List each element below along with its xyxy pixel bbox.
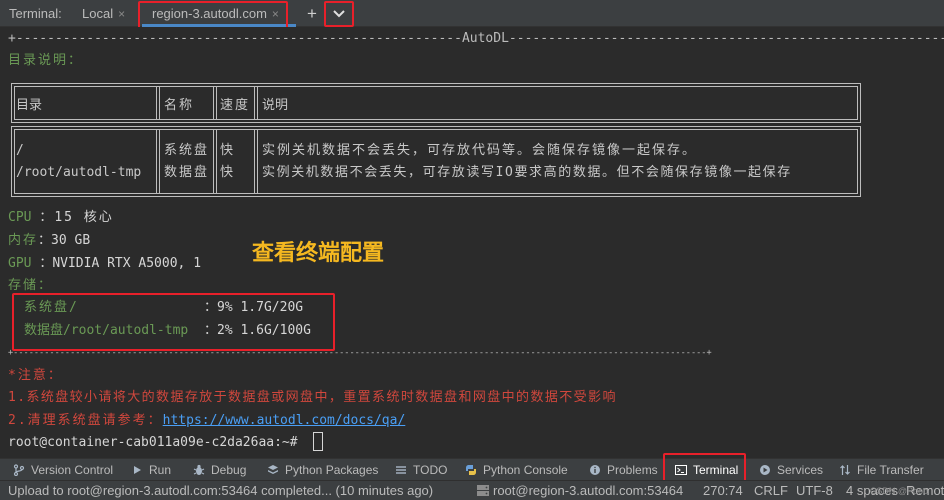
- tool-window-bar: Version Control Run Debug Python Package…: [0, 458, 944, 480]
- close-icon[interactable]: ×: [272, 7, 279, 21]
- status-encoding[interactable]: UTF-8: [796, 483, 833, 498]
- storage-data-line: 数据盘/root/autodl-tmp: [24, 323, 188, 339]
- annotation-text: 查看终端配置: [252, 241, 385, 266]
- table-header-desc: 说明: [262, 98, 289, 113]
- list-icon: [396, 466, 406, 474]
- toolwindow-todo[interactable]: TODO: [394, 459, 447, 481]
- toolwindow-services[interactable]: Services: [758, 459, 823, 481]
- note-heading: *注意：: [8, 368, 63, 383]
- branch-icon: [13, 464, 25, 476]
- terminal-label: Terminal:: [9, 6, 62, 21]
- transfer-icon: [840, 465, 850, 475]
- tab-dropdown-button[interactable]: [326, 0, 352, 27]
- table-row-2-speed: 快: [220, 165, 234, 180]
- storage-system-line: 系统盘/: [24, 300, 79, 316]
- table-row-2-dir: /root/autodl-tmp: [16, 165, 142, 180]
- table-header-dir: 目录: [16, 98, 43, 113]
- memory-line: 内存：30 GB: [8, 233, 90, 249]
- bug-icon: [193, 464, 205, 475]
- toolwindow-terminal[interactable]: Terminal: [674, 459, 738, 481]
- table-row-1-dir: /: [16, 143, 24, 158]
- memory-value: ：30 GB: [38, 233, 91, 248]
- toolwindow-python-console[interactable]: Python Console: [464, 459, 568, 481]
- tab-label: Local: [82, 6, 114, 21]
- table-row-2-name: 数据盘: [164, 165, 210, 180]
- toolwindow-run[interactable]: Run: [130, 459, 171, 481]
- table-row-1-name: 系统盘: [164, 143, 210, 158]
- status-connection[interactable]: root@region-3.autodl.com:53464: [476, 483, 683, 498]
- storage-data-value: ：2% 1.6G/100G: [204, 323, 311, 338]
- tab-label: region-3.autodl.com: [152, 6, 267, 21]
- gpu-line: GPU ：NVIDIA RTX A5000, 1: [8, 256, 201, 272]
- banner-line: +---------------------------------------…: [8, 31, 944, 46]
- text-cursor: [313, 432, 323, 451]
- toolwindow-version-control[interactable]: Version Control: [12, 459, 113, 481]
- storage-data-label: 数据盘/root/autodl-tmp: [24, 323, 189, 338]
- info-icon: [590, 465, 600, 475]
- note-1: 1.系统盘较小请将大的数据存放于数据盘或网盘中，重置系统时数据盘和网盘中的数据不…: [8, 390, 617, 405]
- directory-heading: 目录说明：: [8, 53, 84, 68]
- play-icon: [134, 466, 141, 474]
- toolwindow-problems[interactable]: Problems: [588, 459, 658, 481]
- table-row-1-desc: 实例关机数据不会丢失，可存放代码等。会随保存镜像一起保存。: [262, 143, 698, 158]
- table-header-name: 名称: [164, 98, 195, 113]
- shell-prompt: root@container-cab011a09e-c2da26aa:~#: [8, 435, 298, 450]
- gpu-value: ：NVIDIA RTX A5000, 1: [39, 256, 202, 271]
- status-line-separator[interactable]: CRLF: [754, 483, 788, 498]
- memory-label: 内存: [8, 233, 39, 248]
- python-icon: [466, 465, 476, 475]
- table-row-1-speed: 快: [220, 143, 234, 158]
- layers-icon: [268, 465, 278, 474]
- terminal-output[interactable]: +---------------------------------------…: [0, 27, 944, 458]
- status-message[interactable]: Upload to root@region-3.autodl.com:53464…: [8, 483, 433, 498]
- watermark: CSDN @Pooo: [869, 486, 928, 496]
- note-2-prefix: 2.清理系统盘请参考：: [8, 413, 163, 428]
- toolwindow-python-packages[interactable]: Python Packages: [266, 459, 378, 481]
- table-row-2-desc: 实例关机数据不会丢失，可存放读写IO要求高的数据。但不会随保存镜像一起保存: [262, 165, 792, 180]
- status-caret-position[interactable]: 270:74: [703, 483, 743, 498]
- banner-title: AutoDL: [461, 31, 509, 46]
- storage-system-value: ：9% 1.7G/20G: [204, 300, 304, 315]
- cpu-value: ：15 核心: [39, 210, 114, 225]
- status-bar: Upload to root@region-3.autodl.com:53464…: [0, 480, 944, 500]
- cpu-label: CPU: [8, 210, 32, 225]
- new-tab-button[interactable]: +: [302, 0, 322, 27]
- terminal-tab-bar: Terminal: Local × region-3.autodl.com × …: [0, 0, 944, 27]
- rule-bottom: +---------------------------------------…: [8, 348, 712, 358]
- chevron-down-icon: [333, 9, 345, 17]
- storage-label: 存储：: [8, 278, 54, 293]
- gpu-label: GPU: [8, 256, 32, 271]
- toolwindow-debug[interactable]: Debug: [192, 459, 246, 481]
- close-icon[interactable]: ×: [118, 7, 125, 21]
- sftp-server-icon: [477, 485, 489, 496]
- storage-system-label: 系统盘/: [24, 300, 79, 315]
- table-header-speed: 速度: [220, 98, 251, 113]
- terminal-icon: [675, 465, 687, 475]
- note-2: 2.清理系统盘请参考：https://www.autodl.com/docs/q…: [8, 413, 405, 429]
- cpu-line: CPU ：15 核心: [8, 210, 114, 226]
- tab-region-3[interactable]: region-3.autodl.com ×: [152, 0, 279, 27]
- toolwindow-file-transfer[interactable]: File Transfer: [838, 459, 924, 481]
- tab-local[interactable]: Local ×: [82, 0, 125, 27]
- services-icon: [760, 465, 770, 475]
- docs-link[interactable]: https://www.autodl.com/docs/qa/: [163, 413, 406, 428]
